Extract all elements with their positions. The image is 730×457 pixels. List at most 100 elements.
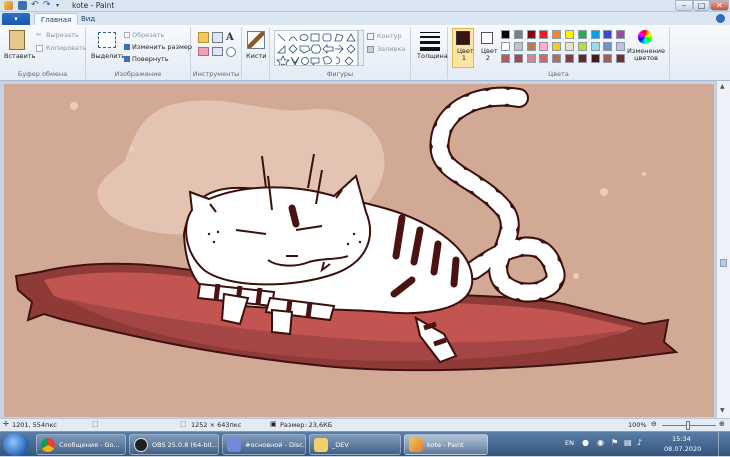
palette-swatch[interactable] xyxy=(565,42,574,51)
palette-swatch[interactable] xyxy=(513,42,523,51)
rotate-icon[interactable] xyxy=(124,56,130,62)
palette-swatch[interactable] xyxy=(501,54,510,63)
size-lines-icon[interactable] xyxy=(420,32,440,51)
outline-icon[interactable] xyxy=(367,33,374,40)
close-button[interactable]: ✕ xyxy=(710,0,729,11)
color-picker-icon[interactable] xyxy=(212,47,223,56)
fill-bucket-icon[interactable] xyxy=(212,32,223,43)
palette-swatch[interactable] xyxy=(539,30,549,39)
brushes-button[interactable]: Кисти xyxy=(246,52,266,60)
palette-swatch[interactable] xyxy=(603,54,613,63)
help-icon[interactable] xyxy=(716,14,725,23)
palette-swatch[interactable] xyxy=(565,30,574,39)
palette-swatch[interactable] xyxy=(590,30,600,39)
undo-icon[interactable]: ↶ xyxy=(31,1,40,10)
palette-swatch[interactable] xyxy=(590,54,600,63)
rotate-button[interactable]: Повернуть xyxy=(132,55,169,63)
zoom-out-icon[interactable]: ⊖ xyxy=(651,420,657,428)
select-icon[interactable] xyxy=(98,32,116,48)
palette-swatch[interactable] xyxy=(526,30,536,39)
palette-swatch[interactable] xyxy=(501,30,510,39)
paste-icon[interactable] xyxy=(9,30,25,50)
image-group-label: Изображение xyxy=(114,70,162,78)
palette-swatch[interactable] xyxy=(577,42,587,51)
tray-volume-icon[interactable]: ♪ xyxy=(637,438,642,447)
taskbar-item-explorer[interactable]: _DEV xyxy=(309,434,401,455)
tray-clock-time[interactable]: 15:34 xyxy=(672,435,691,443)
palette-swatch[interactable] xyxy=(616,30,626,39)
crop-button[interactable]: Обрезать xyxy=(132,31,164,39)
palette-swatch[interactable] xyxy=(526,54,536,63)
edit-colors-icon[interactable] xyxy=(638,30,652,44)
file-menu-button[interactable]: ▾ xyxy=(2,13,30,25)
palette-swatch[interactable] xyxy=(513,54,523,63)
paste-button[interactable]: Вставить xyxy=(4,52,35,60)
scroll-thumb[interactable] xyxy=(720,259,727,267)
palette-swatch[interactable] xyxy=(565,54,574,63)
tab-view[interactable]: Вид xyxy=(75,13,101,25)
tray-clock-date[interactable]: 08.07.2020 xyxy=(664,445,701,453)
zoom-in-icon[interactable]: ⊕ xyxy=(719,420,725,428)
start-button[interactable] xyxy=(3,433,29,456)
palette-swatch[interactable] xyxy=(577,54,587,63)
taskbar-item-paint[interactable]: kote - Paint xyxy=(404,434,488,455)
cut-button[interactable]: Вырезать xyxy=(46,31,79,39)
resize-icon[interactable] xyxy=(124,44,130,50)
palette-swatch[interactable] xyxy=(603,30,613,39)
language-indicator[interactable]: EN xyxy=(565,439,574,447)
palette-swatch[interactable] xyxy=(616,54,626,63)
palette-swatch[interactable] xyxy=(501,42,510,51)
redo-icon[interactable]: ↷ xyxy=(43,1,52,10)
palette-swatch[interactable] xyxy=(552,42,562,51)
color2-swatch[interactable] xyxy=(481,32,493,44)
resize-button[interactable]: Изменить размер xyxy=(132,43,192,51)
palette-swatch[interactable] xyxy=(513,30,523,39)
brush-icon[interactable] xyxy=(247,31,265,49)
palette-swatch[interactable] xyxy=(590,42,600,51)
color2-label[interactable]: Цвет 2 xyxy=(481,48,498,62)
tray-obs-icon[interactable]: ◉ xyxy=(597,438,604,447)
taskbar-item-discord[interactable]: #основной - Disc... xyxy=(222,434,306,455)
tray-app-icon[interactable]: ● xyxy=(582,438,589,447)
palette-swatch[interactable] xyxy=(552,54,562,63)
cut-icon[interactable]: ✂ xyxy=(36,32,44,39)
quick-access-dropdown-icon[interactable]: ▾ xyxy=(56,1,65,10)
fill-icon[interactable] xyxy=(367,46,374,53)
vertical-scrollbar[interactable]: ▲ ▼ xyxy=(716,81,730,418)
palette-swatch[interactable] xyxy=(539,42,549,51)
size-button[interactable]: Толщина xyxy=(417,52,448,60)
shapes-scroll-icon[interactable] xyxy=(358,30,364,66)
zoom-slider-thumb[interactable] xyxy=(686,421,690,430)
magnifier-icon[interactable] xyxy=(226,47,236,57)
tray-flag-icon[interactable]: ⚑ xyxy=(611,438,618,447)
show-desktop-button[interactable] xyxy=(718,432,730,457)
tray-network-icon[interactable]: ▤ xyxy=(624,438,632,447)
tab-home[interactable]: Главная xyxy=(34,13,79,25)
maximize-button[interactable]: □ xyxy=(693,0,710,11)
select-button[interactable]: Выделить xyxy=(91,52,125,60)
minimize-button[interactable]: – xyxy=(675,0,693,11)
palette-swatch[interactable] xyxy=(577,30,587,39)
palette-swatch[interactable] xyxy=(552,30,562,39)
shapes-gallery[interactable] xyxy=(274,30,358,66)
drawing-canvas[interactable] xyxy=(4,84,714,417)
pencil-icon[interactable] xyxy=(198,32,209,43)
copy-icon[interactable] xyxy=(36,45,43,52)
fill-button[interactable]: Заливка xyxy=(377,45,405,53)
outline-button[interactable]: Контур xyxy=(377,32,402,40)
palette-swatch[interactable] xyxy=(539,54,549,63)
save-icon[interactable] xyxy=(18,1,27,10)
palette-swatch[interactable] xyxy=(526,42,536,51)
eraser-icon[interactable] xyxy=(198,47,209,56)
text-icon[interactable]: A xyxy=(226,32,237,43)
image-dimensions-icon: ⬚ xyxy=(180,420,187,428)
scroll-up-arrow-icon[interactable]: ▲ xyxy=(720,83,725,90)
taskbar-item-obs[interactable]: OBS 25.0.8 (64-bit... xyxy=(129,434,219,455)
edit-colors-button[interactable]: Изменение цветов xyxy=(626,48,666,62)
taskbar-item-chrome[interactable]: Сообщения - Go... xyxy=(36,434,126,455)
copy-button[interactable]: Копировать xyxy=(46,44,87,52)
palette-swatch[interactable] xyxy=(616,42,626,51)
crop-icon[interactable] xyxy=(124,32,130,38)
scroll-down-arrow-icon[interactable]: ▼ xyxy=(720,407,725,414)
palette-swatch[interactable] xyxy=(603,42,613,51)
